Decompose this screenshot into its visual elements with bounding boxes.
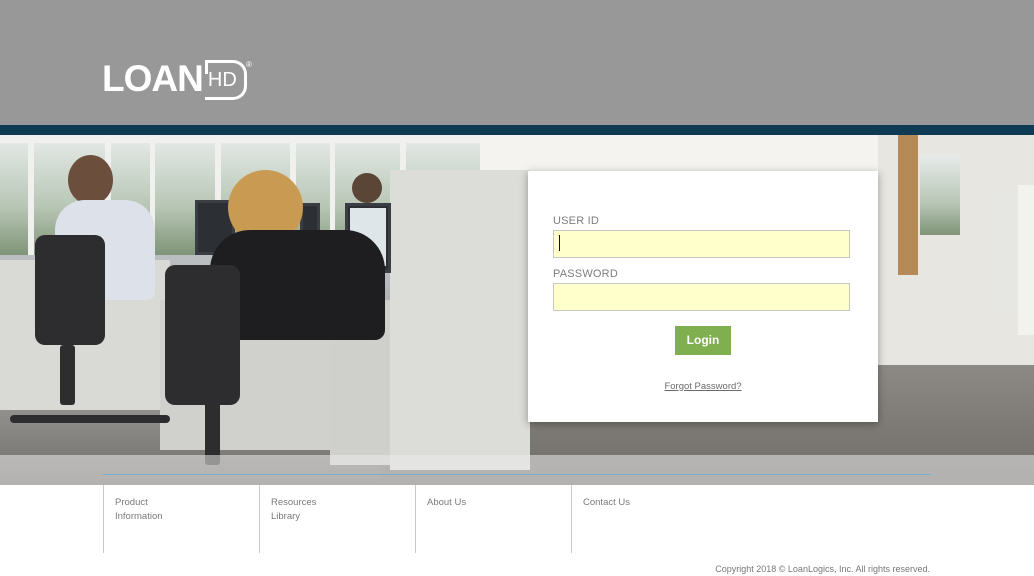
- footer-link-resources-library[interactable]: Resources Library: [259, 485, 415, 553]
- accent-bar: [0, 125, 1034, 135]
- text-caret: [559, 235, 560, 251]
- password-label: PASSWORD: [553, 268, 618, 280]
- footer-link-label: Resources Library: [271, 497, 317, 522]
- footer-link-about-us[interactable]: About Us: [415, 485, 571, 553]
- hero-bottom-band: [0, 455, 1034, 485]
- footer-divider: [103, 474, 931, 475]
- footer-link-label: Product Information: [115, 497, 163, 522]
- footer-link-contact-us[interactable]: Contact Us: [571, 485, 727, 553]
- footer-nav: Product Information Resources Library Ab…: [103, 485, 727, 553]
- login-button[interactable]: Login: [675, 326, 731, 355]
- forgot-password-link[interactable]: Forgot Password?: [528, 381, 878, 392]
- footer-link-label: Contact Us: [583, 497, 630, 508]
- copyright-notice: Copyright 2018 © LoanLogics, Inc. All ri…: [715, 564, 930, 574]
- user-id-label: USER ID: [553, 215, 600, 227]
- password-input[interactable]: [553, 283, 850, 311]
- user-id-input[interactable]: [553, 230, 850, 258]
- registered-mark: ®: [246, 60, 252, 69]
- login-panel: USER ID PASSWORD Login Forgot Password?: [528, 171, 878, 422]
- loanhd-logo[interactable]: LOAN HD: [102, 58, 247, 100]
- logo-hd-box: HD: [204, 60, 247, 100]
- logo-wordmark: LOAN: [102, 58, 204, 99]
- footer-link-product-information[interactable]: Product Information: [103, 485, 259, 553]
- office-background-image: [0, 135, 1034, 485]
- footer-link-label: About Us: [427, 497, 467, 508]
